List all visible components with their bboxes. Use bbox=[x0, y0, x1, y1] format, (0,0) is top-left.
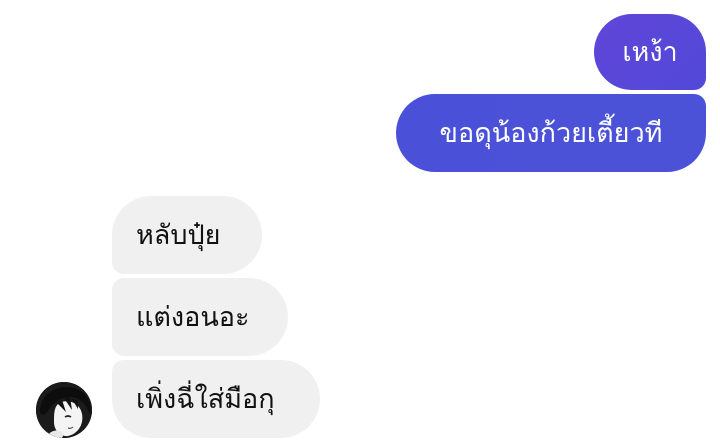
message-text: เพิ่งฉี่ใส่มือกุ bbox=[136, 383, 275, 415]
message-text: ขอดุน้องก้วยเตี้ยวที bbox=[439, 117, 663, 149]
message-text: หลับปุ๋ย bbox=[136, 219, 221, 251]
user-avatar-icon[interactable] bbox=[36, 382, 92, 438]
avatar-portrait-icon bbox=[36, 382, 92, 438]
outgoing-message-bubble[interactable]: ขอดุน้องก้วยเตี้ยวที bbox=[396, 94, 706, 172]
incoming-message-bubble[interactable]: แต่งอนอะ bbox=[112, 278, 288, 356]
message-text: แต่งอนอะ bbox=[136, 301, 250, 333]
incoming-message-bubble[interactable]: หลับปุ๋ย bbox=[112, 196, 262, 274]
outgoing-message-bubble[interactable]: เหง้า bbox=[594, 14, 706, 90]
incoming-message-bubble[interactable]: เพิ่งฉี่ใส่มือกุ bbox=[112, 360, 320, 438]
message-text: เหง้า bbox=[622, 36, 678, 68]
